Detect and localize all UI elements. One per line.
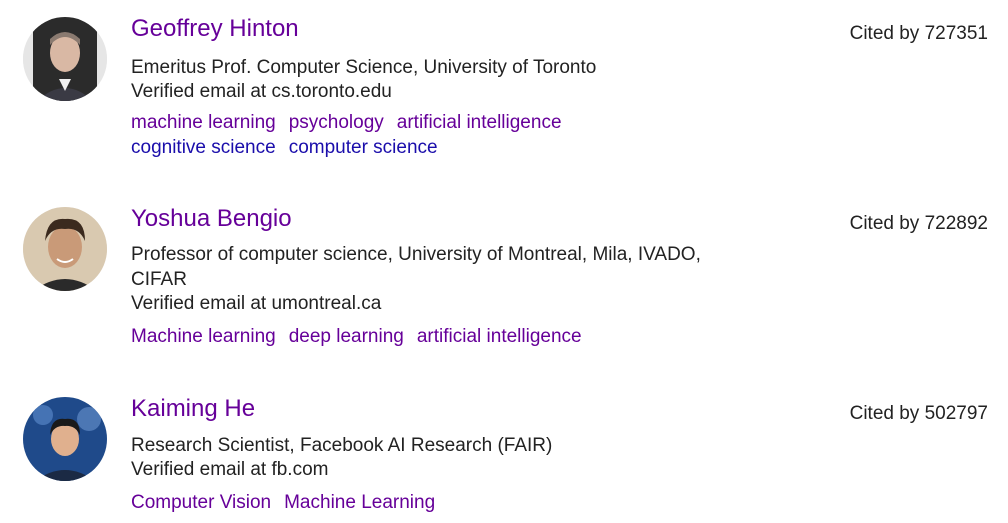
research-interests: Computer Vision Machine Learning	[131, 490, 651, 515]
research-interests: machine learning psychology artificial int…	[131, 110, 651, 160]
author-photo	[23, 207, 107, 291]
avatar[interactable]	[23, 397, 107, 481]
author-affiliation: Emeritus Prof. Computer Science, Univers…	[131, 57, 597, 78]
author-name-link[interactable]: Kaiming He	[131, 394, 255, 424]
interest-link[interactable]: Machine Learning	[284, 490, 435, 515]
author-photo	[23, 17, 107, 101]
avatar[interactable]	[23, 17, 107, 101]
author-verified-email: Verified email at cs.toronto.edu	[131, 81, 392, 102]
author-photo	[23, 397, 107, 481]
author-verified-email: Verified email at umontreal.ca	[131, 293, 382, 314]
interest-link[interactable]: deep learning	[289, 324, 404, 349]
author-name-link[interactable]: Geoffrey Hinton	[131, 14, 299, 44]
author-affiliation: Professor of computer science, Universit…	[131, 244, 701, 290]
interest-link[interactable]: Machine learning	[131, 324, 276, 349]
interest-link[interactable]: artificial intelligence	[397, 110, 562, 135]
author-verified-email: Verified email at fb.com	[131, 459, 329, 480]
author-affiliation: Research Scientist, Facebook AI Research…	[131, 435, 553, 456]
cited-by-count: Cited by 727351	[849, 23, 988, 44]
avatar[interactable]	[23, 207, 107, 291]
cited-by-count: Cited by 502797	[849, 403, 988, 424]
interest-link[interactable]: Computer Vision	[131, 490, 271, 515]
interest-link[interactable]: cognitive science	[131, 135, 276, 160]
interest-link[interactable]: artificial intelligence	[417, 324, 582, 349]
interest-link[interactable]: computer science	[289, 135, 438, 160]
author-name-link[interactable]: Yoshua Bengio	[131, 204, 292, 234]
interest-link[interactable]: psychology	[289, 110, 384, 135]
interest-link[interactable]: machine learning	[131, 110, 276, 135]
cited-by-count: Cited by 722892	[849, 213, 988, 234]
research-interests: Machine learning deep learning artificial …	[131, 324, 651, 349]
